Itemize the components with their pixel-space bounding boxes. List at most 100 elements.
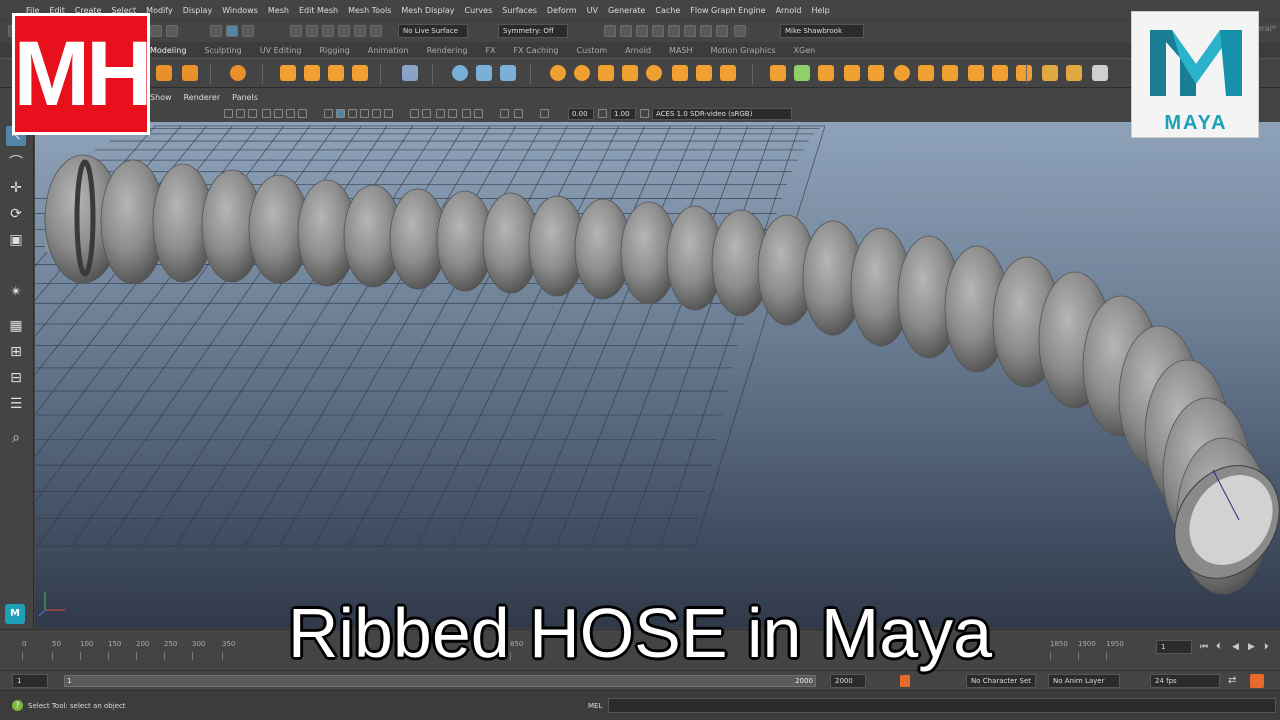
render-settings-icon[interactable] (636, 25, 648, 37)
shelf-tab-fx-caching[interactable]: FX Caching (514, 46, 559, 55)
shelf-sculpt-icon[interactable] (1042, 65, 1058, 81)
live-surface-field[interactable]: No Live Surface (398, 24, 468, 38)
field-chart-icon[interactable] (286, 109, 295, 118)
shelf-svg-icon[interactable] (352, 65, 368, 81)
shelf-target-weld-icon[interactable] (918, 65, 934, 81)
shelf-merge-icon[interactable] (868, 65, 884, 81)
rotate-tool-icon[interactable]: ⟳ (6, 204, 26, 224)
grid-icon[interactable] (236, 109, 245, 118)
menu-modify[interactable]: Modify (146, 6, 173, 15)
film-gate-icon[interactable] (248, 109, 257, 118)
lights-icon[interactable] (360, 109, 369, 118)
range-start-field[interactable]: 1 (12, 674, 48, 688)
outliner-icon[interactable]: ☰ (6, 394, 26, 414)
render-view-icon[interactable] (668, 25, 680, 37)
gate-mask-icon[interactable] (274, 109, 283, 118)
shelf-freeze-icon[interactable] (476, 65, 492, 81)
layout-single-icon[interactable]: ▦ (6, 316, 26, 336)
undo-back-icon[interactable] (166, 25, 178, 37)
smooth-shade-icon[interactable] (336, 109, 345, 118)
xray-joints-icon[interactable] (462, 109, 471, 118)
layout-two-icon[interactable]: ⊟ (6, 368, 26, 388)
shelf-uv-editor-icon[interactable] (402, 65, 418, 81)
viewport[interactable] (35, 122, 1280, 628)
shelf-extract-icon[interactable] (672, 65, 688, 81)
range-slider[interactable]: 1 2000 (64, 675, 816, 687)
shelf-offset-loop-icon[interactable] (992, 65, 1008, 81)
menu-arnold[interactable]: Arnold (776, 6, 802, 15)
shelf-reset-icon[interactable] (500, 65, 516, 81)
shelf-quad-draw-icon[interactable] (942, 65, 958, 81)
shadows-icon[interactable] (372, 109, 381, 118)
snap-curve-icon[interactable] (306, 25, 318, 37)
menu-uv[interactable]: UV (587, 6, 598, 15)
menu-mesh[interactable]: Mesh (268, 6, 289, 15)
toggle-render-icon[interactable] (700, 25, 712, 37)
shelf-platonic-icon[interactable] (230, 65, 246, 81)
menu-mesh-tools[interactable]: Mesh Tools (348, 6, 391, 15)
scale-tool-icon[interactable]: ▣ (6, 230, 26, 250)
panel-menu-show[interactable]: Show (150, 93, 172, 102)
menu-curves[interactable]: Curves (464, 6, 492, 15)
mel-command-input[interactable] (608, 698, 1276, 713)
shelf-insert-loop-icon[interactable] (968, 65, 984, 81)
layout-four-icon[interactable]: ⊞ (6, 342, 26, 362)
shelf-smooth-icon[interactable] (598, 65, 614, 81)
menu-surfaces[interactable]: Surfaces (502, 6, 537, 15)
shelf-separate-icon[interactable] (574, 65, 590, 81)
shelf-lattice-icon[interactable] (1066, 65, 1082, 81)
shelf-boolean-icon[interactable] (622, 65, 638, 81)
menu-generate[interactable]: Generate (608, 6, 645, 15)
menu-mesh-display[interactable]: Mesh Display (401, 6, 454, 15)
menu-flow-graph-engine[interactable]: Flow Graph Engine (690, 6, 765, 15)
menu-display[interactable]: Display (183, 6, 213, 15)
shelf-tab-arnold[interactable]: Arnold (625, 46, 651, 55)
shelf-type-icon[interactable] (328, 65, 344, 81)
ribbed-hose-mesh[interactable] (44, 154, 1280, 599)
shelf-tab-rendering[interactable]: Rendering (427, 46, 468, 55)
shelf-append-icon[interactable] (818, 65, 834, 81)
user-account-field[interactable]: Mike Shawbrook (780, 24, 864, 38)
shelf-tab-mash[interactable]: MASH (669, 46, 692, 55)
shelf-tab-uv-editing[interactable]: UV Editing (260, 46, 302, 55)
panel-menu-renderer[interactable]: Renderer (184, 93, 221, 102)
shelf-multi-cut-icon[interactable] (894, 65, 910, 81)
shelf-tab-animation[interactable]: Animation (368, 46, 409, 55)
shelf-tab-modeling[interactable]: Modeling (150, 46, 186, 55)
move-tool-icon[interactable]: ✛ (6, 178, 26, 198)
ambient-occlusion-icon[interactable] (384, 109, 393, 118)
anim-prefs-icon[interactable] (1250, 674, 1264, 688)
shelf-polygon-plane-icon[interactable] (156, 65, 172, 81)
shelf-tab-motion-graphics[interactable]: Motion Graphics (711, 46, 776, 55)
snap-projected-icon[interactable] (338, 25, 350, 37)
shelf-combine-icon[interactable] (550, 65, 566, 81)
safe-action-icon[interactable] (298, 109, 307, 118)
anim-layer-dropdown[interactable]: No Anim Layer (1048, 674, 1120, 688)
color-management-icon[interactable] (640, 109, 649, 118)
shelf-tab-rigging[interactable]: Rigging (319, 46, 349, 55)
search-icon[interactable]: ⌕ (6, 428, 26, 448)
render-current-icon[interactable] (604, 25, 616, 37)
menu-help[interactable]: Help (811, 6, 829, 15)
ipr-render-icon[interactable] (620, 25, 632, 37)
select-component-icon[interactable] (242, 25, 254, 37)
wireframe-icon[interactable] (224, 109, 233, 118)
backface-icon[interactable] (500, 109, 509, 118)
snap-point-icon[interactable] (322, 25, 334, 37)
shelf-center-pivot-icon[interactable] (452, 65, 468, 81)
snap-grid-icon[interactable] (290, 25, 302, 37)
shelf-helix-icon[interactable] (304, 65, 320, 81)
panel-menu-panels[interactable]: Panels (232, 93, 258, 102)
shelf-paint-icon[interactable] (1092, 65, 1108, 81)
shelf-circularize-icon[interactable] (1016, 65, 1032, 81)
textured-icon[interactable] (348, 109, 357, 118)
menu-edit-mesh[interactable]: Edit Mesh (299, 6, 338, 15)
last-tool-icon[interactable]: ✴ (6, 282, 26, 302)
snap-surface-icon[interactable] (370, 25, 382, 37)
isolate-select-icon[interactable] (436, 109, 445, 118)
shelf-tab-xgen[interactable]: XGen (794, 46, 816, 55)
gamma-icon[interactable] (598, 109, 607, 118)
symmetry-field[interactable]: Symmetry: Off (498, 24, 568, 38)
menu-windows[interactable]: Windows (222, 6, 258, 15)
arnold-render-icon[interactable] (716, 25, 728, 37)
